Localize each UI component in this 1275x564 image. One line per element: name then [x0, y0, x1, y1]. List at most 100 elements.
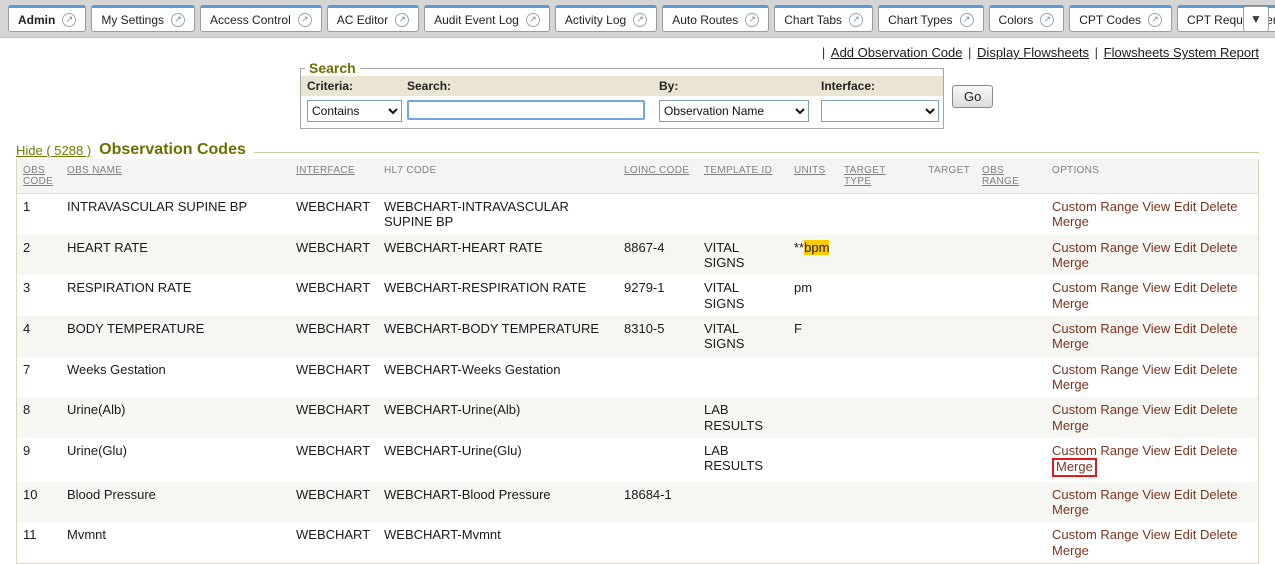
cell-obs-name: Urine(Glu): [61, 438, 290, 482]
action-edit[interactable]: Edit: [1174, 443, 1196, 458]
tab-colors[interactable]: Colors ↗: [989, 5, 1065, 32]
cell-loinc-code: [618, 522, 698, 563]
open-popup-icon[interactable]: ↗: [633, 13, 647, 27]
column-label[interactable]: LOINC CODE: [624, 165, 689, 176]
action-merge[interactable]: Merge: [1052, 336, 1089, 351]
column-header-units[interactable]: UNITS: [788, 159, 838, 194]
action-delete[interactable]: Delete: [1200, 240, 1238, 255]
tab-access-control[interactable]: Access Control↗: [200, 5, 322, 32]
action-delete[interactable]: Delete: [1200, 280, 1238, 295]
action-delete[interactable]: Delete: [1200, 199, 1238, 214]
open-popup-icon[interactable]: ↗: [1148, 13, 1162, 27]
action-custom-range[interactable]: Custom Range: [1052, 443, 1139, 458]
tab-my-settings[interactable]: My Settings↗: [91, 5, 195, 32]
column-header-target-type[interactable]: TARGET TYPE: [838, 159, 914, 194]
open-popup-icon[interactable]: ↗: [745, 13, 759, 27]
column-label[interactable]: TARGET TYPE: [844, 165, 886, 187]
action-view[interactable]: View: [1142, 487, 1170, 502]
action-edit[interactable]: Edit: [1174, 487, 1196, 502]
tab-activity-log[interactable]: Activity Log↗: [555, 5, 657, 32]
action-custom-range[interactable]: Custom Range: [1052, 240, 1139, 255]
action-custom-range[interactable]: Custom Range: [1052, 527, 1139, 542]
action-delete[interactable]: Delete: [1200, 487, 1238, 502]
action-edit[interactable]: Edit: [1174, 402, 1196, 417]
cell-target: [914, 275, 976, 316]
header-rule: [254, 152, 1259, 153]
action-view[interactable]: View: [1142, 240, 1170, 255]
action-delete[interactable]: Delete: [1200, 321, 1238, 336]
action-delete[interactable]: Delete: [1200, 402, 1238, 417]
action-view[interactable]: View: [1142, 402, 1170, 417]
tab-admin[interactable]: Admin↗: [8, 5, 86, 32]
action-delete[interactable]: Delete: [1200, 527, 1238, 542]
action-view[interactable]: View: [1142, 199, 1170, 214]
column-header-template-id[interactable]: TEMPLATE ID: [698, 159, 788, 194]
action-view[interactable]: View: [1142, 321, 1170, 336]
tab-auto-routes[interactable]: Auto Routes↗: [662, 5, 769, 32]
tab-audit-event-log[interactable]: Audit Event Log↗: [424, 5, 550, 32]
hide-count-link[interactable]: Hide ( 5288 ): [16, 143, 91, 158]
by-select[interactable]: Observation Name: [659, 100, 809, 122]
action-custom-range[interactable]: Custom Range: [1052, 280, 1139, 295]
column-label[interactable]: OBS CODE: [23, 165, 53, 187]
action-edit[interactable]: Edit: [1174, 362, 1196, 377]
action-delete[interactable]: Delete: [1200, 443, 1238, 458]
action-view[interactable]: View: [1142, 280, 1170, 295]
column-header-loinc-code[interactable]: LOINC CODE: [618, 159, 698, 194]
link-display-flowsheets[interactable]: Display Flowsheets: [977, 45, 1089, 60]
interface-select[interactable]: [821, 100, 939, 122]
link-flowsheets-system-report[interactable]: Flowsheets System Report: [1104, 45, 1259, 60]
column-label[interactable]: OBS RANGE: [982, 165, 1019, 187]
action-edit[interactable]: Edit: [1174, 527, 1196, 542]
action-custom-range[interactable]: Custom Range: [1052, 199, 1139, 214]
open-popup-icon[interactable]: ↗: [298, 13, 312, 27]
open-popup-icon[interactable]: ↗: [1040, 13, 1054, 27]
action-custom-range[interactable]: Custom Range: [1052, 487, 1139, 502]
action-view[interactable]: View: [1142, 362, 1170, 377]
search-input[interactable]: [407, 100, 645, 120]
action-merge[interactable]: Merge: [1052, 502, 1089, 517]
action-custom-range[interactable]: Custom Range: [1052, 362, 1139, 377]
action-edit[interactable]: Edit: [1174, 280, 1196, 295]
open-popup-icon[interactable]: ↗: [62, 13, 76, 27]
tab-label: Colors: [999, 13, 1034, 27]
open-popup-icon[interactable]: ↗: [171, 13, 185, 27]
open-popup-icon[interactable]: ↗: [849, 13, 863, 27]
column-header-obs-range[interactable]: OBS RANGE: [976, 159, 1046, 194]
action-custom-range[interactable]: Custom Range: [1052, 402, 1139, 417]
tab-cpt-codes[interactable]: CPT Codes↗: [1069, 5, 1172, 32]
action-view[interactable]: View: [1142, 443, 1170, 458]
criteria-select[interactable]: Contains: [307, 100, 402, 122]
action-view[interactable]: View: [1142, 527, 1170, 542]
action-merge[interactable]: Merge: [1052, 418, 1089, 433]
go-button[interactable]: Go: [952, 85, 993, 108]
action-merge[interactable]: Merge: [1052, 214, 1089, 229]
action-merge[interactable]: Merge: [1052, 296, 1089, 311]
column-label[interactable]: INTERFACE: [296, 165, 355, 176]
action-edit[interactable]: Edit: [1174, 321, 1196, 336]
action-merge[interactable]: Merge: [1052, 377, 1089, 392]
action-edit[interactable]: Edit: [1174, 199, 1196, 214]
tab-chart-types[interactable]: Chart Types↗: [878, 5, 983, 32]
cell-loinc-code: [618, 438, 698, 482]
tab-ac-editor[interactable]: AC Editor↗: [327, 5, 419, 32]
action-edit[interactable]: Edit: [1174, 240, 1196, 255]
action-custom-range[interactable]: Custom Range: [1052, 321, 1139, 336]
column-label[interactable]: OBS NAME: [67, 165, 122, 176]
action-merge[interactable]: Merge: [1052, 458, 1097, 476]
column-header-obs-code[interactable]: OBS CODE: [17, 159, 61, 194]
action-merge[interactable]: Merge: [1052, 543, 1089, 558]
action-delete[interactable]: Delete: [1200, 362, 1238, 377]
open-popup-icon[interactable]: ↗: [960, 13, 974, 27]
column-label[interactable]: TEMPLATE ID: [704, 165, 772, 176]
column-label[interactable]: UNITS: [794, 165, 826, 176]
column-header-obs-name[interactable]: OBS NAME: [61, 159, 290, 194]
open-popup-icon[interactable]: ↗: [526, 13, 540, 27]
column-header-interface[interactable]: INTERFACE: [290, 159, 378, 194]
link-add-observation-code[interactable]: Add Observation Code: [831, 45, 963, 60]
tab-overflow-button[interactable]: ▼: [1243, 6, 1269, 32]
tab-chart-tabs[interactable]: Chart Tabs↗: [774, 5, 873, 32]
action-merge[interactable]: Merge: [1052, 255, 1089, 270]
open-popup-icon[interactable]: ↗: [395, 13, 409, 27]
cell-interface: WEBCHART: [290, 482, 378, 523]
